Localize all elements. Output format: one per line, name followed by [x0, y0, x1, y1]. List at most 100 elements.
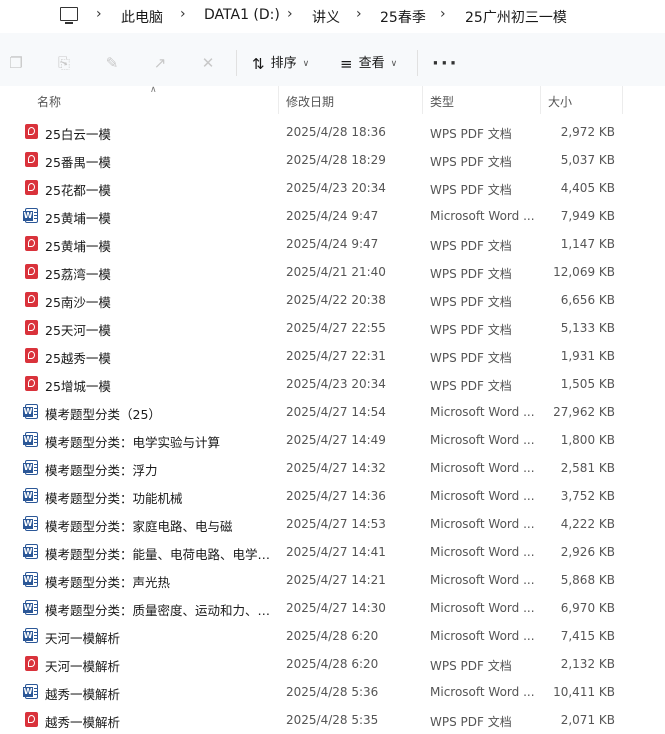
- file-date: 2025/4/22 20:38: [286, 293, 386, 307]
- file-row[interactable]: 越秀一模解析 2025/4/28 5:35 WPS PDF 文档 2,071 KB: [0, 706, 665, 734]
- file-name: 模考题型分类：声光热: [45, 575, 171, 590]
- file-date: 2025/4/23 20:34: [286, 377, 386, 391]
- column-header-name[interactable]: 名称: [37, 93, 61, 110]
- file-size: 5,037 KB: [560, 153, 615, 167]
- file-name: 模考题型分类：能量、电荷电路、电学选...: [45, 547, 273, 562]
- file-row[interactable]: 25番禺一模 2025/4/28 18:29 WPS PDF 文档 5,037 KB: [0, 146, 665, 174]
- file-type: WPS PDF 文档: [430, 295, 512, 309]
- file-row[interactable]: 模考题型分类：能量、电荷电路、电学选... 2025/4/27 14:41 Micr…: [0, 538, 665, 566]
- word-file-icon: [23, 628, 38, 643]
- file-row[interactable]: 模考题型分类：电学实验与计算 2025/4/27 14:49 Microsoft W…: [0, 426, 665, 454]
- word-file-icon: [23, 544, 38, 559]
- column-header-type[interactable]: 类型: [430, 93, 454, 110]
- file-size: 2,132 KB: [560, 657, 615, 671]
- file-row[interactable]: 模考题型分类：质量密度、运动和力、压... 2025/4/27 14:30 Micr…: [0, 594, 665, 622]
- breadcrumb-item-spring[interactable]: 25春季: [380, 7, 426, 27]
- file-row[interactable]: 25南沙一模 2025/4/22 20:38 WPS PDF 文档 6,656 KB: [0, 286, 665, 314]
- column-divider[interactable]: [622, 86, 623, 114]
- chevron-right-icon[interactable]: ›: [356, 6, 362, 22]
- file-size: 2,926 KB: [560, 545, 615, 559]
- file-date: 2025/4/24 9:47: [286, 209, 379, 223]
- file-row[interactable]: 25荔湾一模 2025/4/21 21:40 WPS PDF 文档 12,069 KB: [0, 258, 665, 286]
- file-size: 6,970 KB: [560, 601, 615, 615]
- pdf-file-icon: [25, 236, 38, 251]
- file-type: WPS PDF 文档: [430, 323, 512, 337]
- file-row[interactable]: 25天河一模 2025/4/27 22:55 WPS PDF 文档 5,133 KB: [0, 314, 665, 342]
- chevron-right-icon[interactable]: ›: [287, 6, 293, 22]
- file-date: 2025/4/24 9:47: [286, 237, 379, 251]
- column-divider[interactable]: [540, 86, 541, 114]
- file-size: 2,071 KB: [560, 713, 615, 727]
- file-date: 2025/4/27 14:30: [286, 601, 386, 615]
- file-type: Microsoft Word ...: [430, 209, 535, 223]
- file-name: 模考题型分类：家庭电路、电与磁: [45, 519, 233, 534]
- file-name: 25天河一模: [45, 323, 111, 338]
- file-date: 2025/4/23 20:34: [286, 181, 386, 195]
- file-size: 4,222 KB: [560, 517, 615, 531]
- word-file-icon: [23, 572, 38, 587]
- file-row[interactable]: 模考题型分类（25） 2025/4/27 14:54 Microsoft Word …: [0, 398, 665, 426]
- file-size: 10,411 KB: [553, 685, 615, 699]
- breadcrumb-item-this-pc[interactable]: 此电脑: [121, 7, 163, 27]
- file-row[interactable]: 模考题型分类：功能机械 2025/4/27 14:36 Microsoft Word…: [0, 482, 665, 510]
- word-file-icon: [23, 460, 38, 475]
- file-size: 7,415 KB: [560, 629, 615, 643]
- file-date: 2025/4/27 22:31: [286, 349, 386, 363]
- chevron-right-icon[interactable]: ›: [440, 6, 446, 22]
- file-date: 2025/4/28 18:36: [286, 125, 386, 139]
- file-row[interactable]: 天河一模解析 2025/4/28 6:20 WPS PDF 文档 2,132 KB: [0, 650, 665, 678]
- file-row[interactable]: 25越秀一模 2025/4/27 22:31 WPS PDF 文档 1,931 KB: [0, 342, 665, 370]
- column-header-size[interactable]: 大小: [548, 93, 572, 110]
- file-size: 4,405 KB: [560, 181, 615, 195]
- pdf-file-icon: [25, 712, 38, 727]
- this-pc-icon[interactable]: [60, 7, 78, 24]
- file-name: 25黄埔一模: [45, 239, 111, 254]
- delete-icon[interactable]: ✕: [201, 55, 215, 71]
- file-type: WPS PDF 文档: [430, 379, 512, 393]
- view-button[interactable]: ≡ 查看 ∨: [340, 53, 397, 75]
- file-row[interactable]: 模考题型分类：家庭电路、电与磁 2025/4/27 14:53 Microsoft …: [0, 510, 665, 538]
- file-name: 模考题型分类：浮力: [45, 463, 158, 478]
- breadcrumb-item-drive[interactable]: DATA1 (D:): [204, 7, 280, 23]
- paste-icon[interactable]: ⎘: [57, 55, 71, 71]
- file-row[interactable]: 模考题型分类：声光热 2025/4/27 14:21 Microsoft Word …: [0, 566, 665, 594]
- chevron-right-icon[interactable]: ›: [180, 6, 186, 22]
- file-type: Microsoft Word ...: [430, 489, 535, 503]
- file-type: Microsoft Word ...: [430, 517, 535, 531]
- column-divider[interactable]: [278, 86, 279, 114]
- copy-icon[interactable]: ❐: [9, 55, 23, 71]
- pdf-file-icon: [25, 152, 38, 167]
- column-header-date[interactable]: 修改日期: [286, 93, 334, 110]
- more-options-button[interactable]: ···: [432, 53, 459, 74]
- file-row[interactable]: 模考题型分类：浮力 2025/4/27 14:32 Microsoft Word .…: [0, 454, 665, 482]
- pdf-file-icon: [25, 292, 38, 307]
- file-date: 2025/4/28 5:36: [286, 685, 379, 699]
- chevron-right-icon[interactable]: ›: [96, 6, 102, 22]
- file-type: WPS PDF 文档: [430, 659, 512, 673]
- breadcrumb-item-handouts[interactable]: 讲义: [312, 7, 340, 27]
- file-row[interactable]: 越秀一模解析 2025/4/28 5:36 Microsoft Word ... 10…: [0, 678, 665, 706]
- file-type: WPS PDF 文档: [430, 239, 512, 253]
- share-icon[interactable]: ↗: [153, 55, 167, 71]
- word-file-icon: [23, 404, 38, 419]
- toolbar-divider: [417, 50, 418, 76]
- file-size: 3,752 KB: [560, 489, 615, 503]
- file-row[interactable]: 25增城一模 2025/4/23 20:34 WPS PDF 文档 1,505 KB: [0, 370, 665, 398]
- file-size: 2,972 KB: [560, 125, 615, 139]
- file-row[interactable]: 天河一模解析 2025/4/28 6:20 Microsoft Word ... 7,…: [0, 622, 665, 650]
- file-size: 5,133 KB: [560, 321, 615, 335]
- file-date: 2025/4/27 14:54: [286, 405, 386, 419]
- column-divider[interactable]: [422, 86, 423, 114]
- file-row[interactable]: 25花都一模 2025/4/23 20:34 WPS PDF 文档 4,405 KB: [0, 174, 665, 202]
- file-date: 2025/4/28 6:20: [286, 657, 379, 671]
- pdf-file-icon: [25, 320, 38, 335]
- file-row[interactable]: 25黄埔一模 2025/4/24 9:47 Microsoft Word ... 7,…: [0, 202, 665, 230]
- file-row[interactable]: 25白云一模 2025/4/28 18:36 WPS PDF 文档 2,972 KB: [0, 118, 665, 146]
- pdf-file-icon: [25, 348, 38, 363]
- rename-icon[interactable]: ✎: [105, 55, 119, 71]
- address-bar[interactable]: › 此电脑 › DATA1 (D:) › 讲义 › 25春季 › 25广州初三一…: [0, 0, 665, 33]
- file-row[interactable]: 25黄埔一模 2025/4/24 9:47 WPS PDF 文档 1,147 KB: [0, 230, 665, 258]
- sort-button[interactable]: ⇅ 排序 ∨: [252, 53, 309, 75]
- file-date: 2025/4/27 14:32: [286, 461, 386, 475]
- breadcrumb-item-current-folder[interactable]: 25广州初三一模: [465, 7, 567, 27]
